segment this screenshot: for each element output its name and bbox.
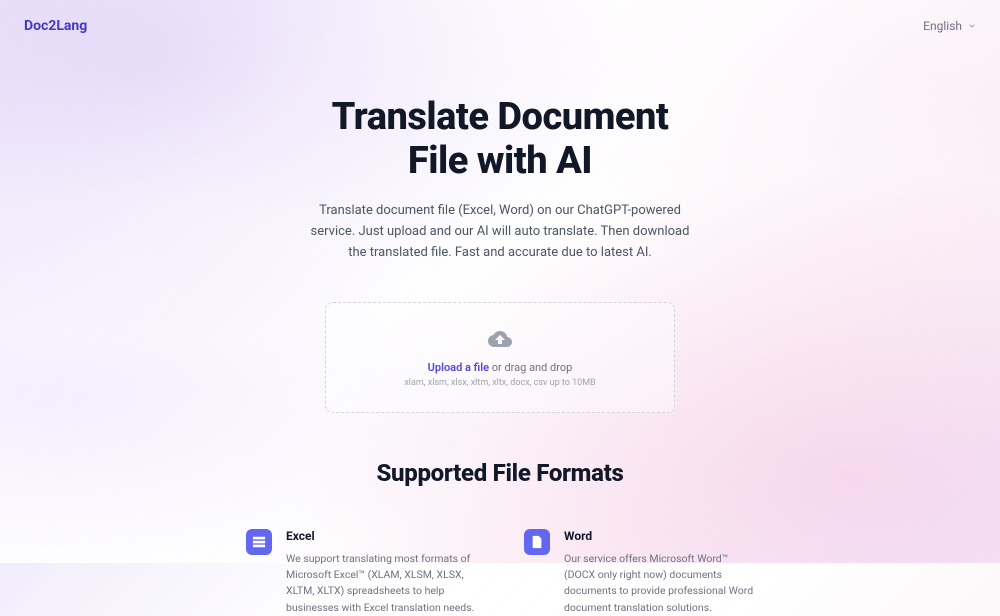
- hero-subtitle: Translate document file (Excel, Word) on…: [310, 201, 690, 263]
- upload-dropzone[interactable]: Upload a file or drag and drop xlam, xls…: [325, 302, 675, 413]
- upload-hint: xlam, xlsm, xlsx, xltm, xltx, docx, csv …: [346, 378, 654, 388]
- upload-link: Upload a file: [428, 361, 489, 374]
- format-name: Excel: [286, 529, 476, 543]
- excel-icon: [246, 529, 272, 555]
- formats-title: Supported File Formats: [0, 459, 1000, 487]
- language-label: English: [923, 19, 962, 33]
- logo[interactable]: Doc2Lang: [24, 18, 87, 34]
- format-card-word: Word Our service offers Microsoft Word™ …: [524, 529, 754, 616]
- chevron-down-icon: [968, 22, 976, 30]
- word-icon: [524, 529, 550, 555]
- upload-cloud-icon: [488, 327, 512, 351]
- language-selector[interactable]: English: [923, 19, 976, 33]
- hero-title: Translate Document File with AI: [20, 96, 980, 183]
- format-card-excel: Excel We support translating most format…: [246, 529, 476, 616]
- upload-text: Upload a file or drag and drop: [346, 361, 654, 374]
- format-description: We support translating most formats of M…: [286, 551, 476, 616]
- format-description: Our service offers Microsoft Word™ (DOCX…: [564, 551, 754, 616]
- format-name: Word: [564, 529, 754, 543]
